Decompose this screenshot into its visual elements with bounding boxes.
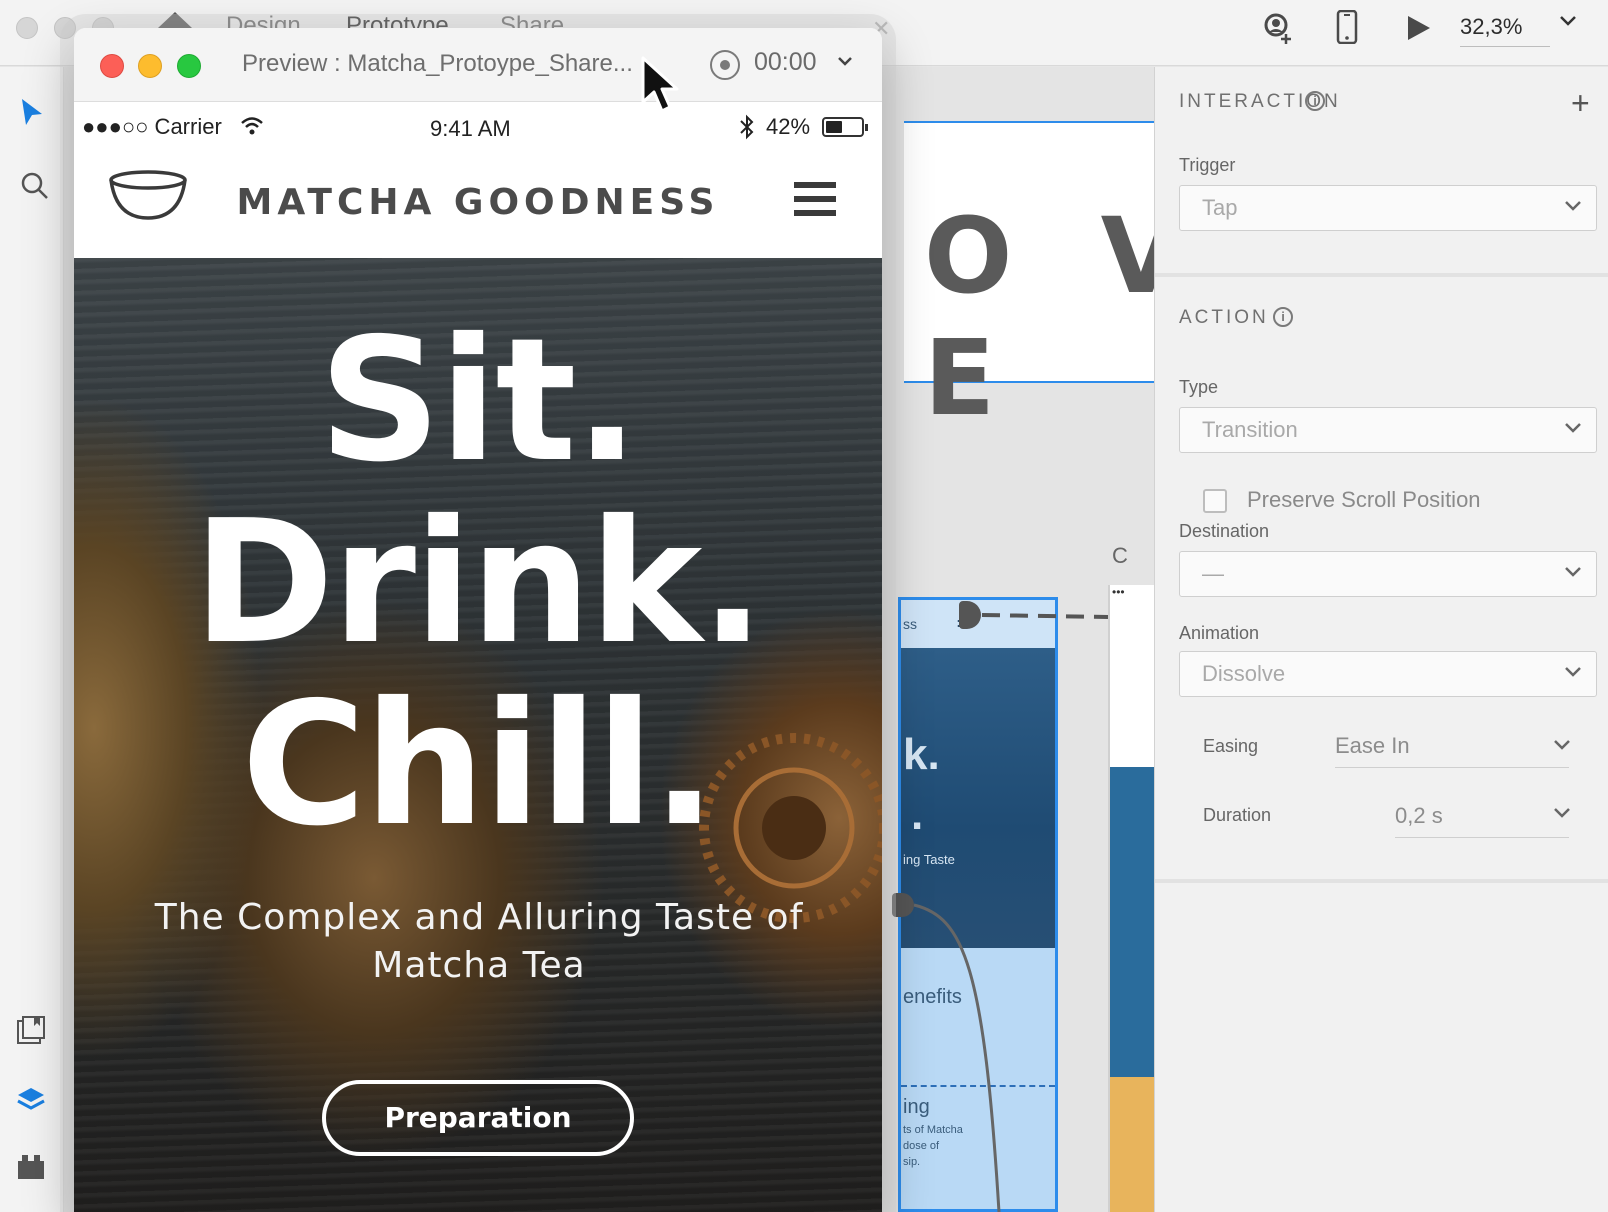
hero-subtitle: The Complex and Alluring Taste of Matcha… xyxy=(154,897,804,986)
hero-section: Sit. Drink. Chill. The Complex and Allur… xyxy=(74,258,882,1212)
close-window-button[interactable] xyxy=(100,54,124,78)
assets-icon[interactable] xyxy=(16,1015,46,1045)
animation-dropdown[interactable]: Dissolve xyxy=(1179,651,1597,697)
preview-titlebar[interactable]: Preview : Matcha_Protoype_Share... 00:00 xyxy=(74,28,882,102)
type-value: Transition xyxy=(1202,417,1298,442)
window-close-button-inactive[interactable] xyxy=(16,17,38,39)
duration-dropdown[interactable]: 0,2 s xyxy=(1395,803,1569,838)
plugins-icon[interactable] xyxy=(16,1153,46,1181)
mobile-device-icon[interactable] xyxy=(1336,10,1358,44)
trigger-dropdown[interactable]: Tap xyxy=(1179,185,1597,231)
play-icon[interactable] xyxy=(1404,14,1432,42)
chevron-down-icon xyxy=(1565,201,1581,211)
add-user-icon[interactable] xyxy=(1262,12,1296,46)
zoom-level[interactable]: 32,3% xyxy=(1460,14,1550,47)
type-dropdown[interactable]: Transition xyxy=(1179,407,1597,453)
bluetooth-icon xyxy=(740,114,754,140)
chevron-down-icon xyxy=(1565,667,1581,677)
layers-icon[interactable] xyxy=(16,1085,46,1115)
info-icon[interactable]: i xyxy=(1273,307,1293,327)
property-inspector: INTERACTION i + Trigger Tap ACTION i Typ… xyxy=(1154,67,1608,1212)
carrier-text: ●●●○○ Carrier xyxy=(82,114,222,139)
action-section-title: ACTION xyxy=(1179,307,1269,328)
clock-text: 9:41 AM xyxy=(430,116,511,141)
pointer-arrow-icon[interactable] xyxy=(20,97,44,127)
chevron-down-icon[interactable] xyxy=(1558,14,1578,28)
battery-icon xyxy=(822,117,868,137)
record-timer: 00:00 xyxy=(754,48,817,76)
hero-line-3: Chill. xyxy=(241,666,716,864)
animation-value: Dissolve xyxy=(1202,661,1286,686)
type-label: Type xyxy=(1179,377,1219,397)
mouse-cursor-icon xyxy=(641,56,679,113)
hero-line-2: Drink. xyxy=(193,484,765,682)
home-icon[interactable] xyxy=(158,12,192,28)
preserve-scroll-label[interactable]: Preserve Scroll Position xyxy=(1247,487,1481,513)
maximize-window-button[interactable] xyxy=(177,54,201,78)
chevron-down-icon xyxy=(1565,567,1581,577)
wifi-icon xyxy=(241,117,263,135)
add-interaction-icon[interactable]: + xyxy=(1571,85,1590,122)
site-header: MATCHA GOODNESS xyxy=(74,156,882,258)
hamburger-menu-icon[interactable] xyxy=(794,182,836,224)
site-brand-title: MATCHA GOODNESS xyxy=(236,182,720,223)
destination-label: Destination xyxy=(1179,521,1270,541)
preview-window: Preview : Matcha_Protoype_Share... 00:00… xyxy=(74,28,882,1212)
left-toolbar xyxy=(0,67,64,1212)
search-icon[interactable] xyxy=(20,171,50,201)
chevron-down-icon xyxy=(1565,423,1581,433)
preview-title: Preview : Matcha_Protoype_Share... xyxy=(242,50,633,77)
easing-label: Easing xyxy=(1203,736,1259,756)
preserve-scroll-checkbox[interactable] xyxy=(1203,489,1227,513)
record-icon[interactable] xyxy=(710,50,740,80)
animation-label: Animation xyxy=(1179,623,1260,643)
preparation-button[interactable]: Preparation xyxy=(322,1080,634,1156)
trigger-label: Trigger xyxy=(1179,155,1236,175)
easing-dropdown[interactable]: Ease In xyxy=(1335,733,1569,768)
minimize-window-button[interactable] xyxy=(138,54,162,78)
destination-dropdown[interactable]: — xyxy=(1179,551,1597,597)
destination-value: — xyxy=(1202,561,1224,586)
trigger-value: Tap xyxy=(1202,195,1238,220)
section-divider xyxy=(1155,879,1608,883)
chevron-down-icon[interactable] xyxy=(1553,739,1571,751)
chevron-down-icon[interactable] xyxy=(1553,807,1571,819)
chevron-down-icon[interactable] xyxy=(836,56,854,68)
phone-status-bar: ●●●○○ Carrier 9:41 AM 42% xyxy=(74,102,882,156)
duration-label: Duration xyxy=(1203,805,1272,825)
window-minimize-button-inactive[interactable] xyxy=(54,17,76,39)
battery-percent: 42% xyxy=(766,114,811,139)
info-icon[interactable]: i xyxy=(1305,91,1325,111)
section-divider xyxy=(1155,273,1608,277)
hero-line-1: Sit. xyxy=(318,302,640,500)
